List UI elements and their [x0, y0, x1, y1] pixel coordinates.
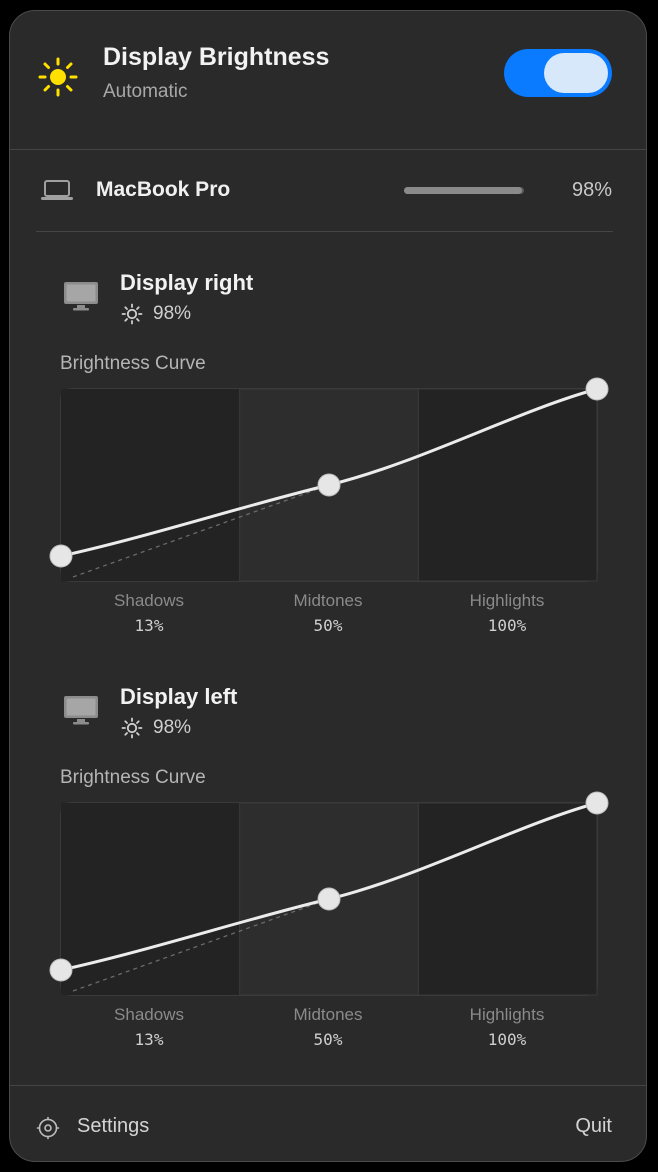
monitor-icon	[64, 282, 98, 311]
display-name: Display left	[120, 684, 238, 709]
midtones-label: Midtones	[293, 591, 363, 610]
highlights-zone	[417, 388, 598, 582]
builtin-display-name: MacBook Pro	[96, 178, 231, 201]
highlights-label: Highlights	[469, 1005, 545, 1024]
builtin-brightness-fill	[404, 187, 522, 194]
builtin-brightness-value: 98%	[571, 179, 612, 201]
footer-divider	[10, 1085, 646, 1086]
shadows-handle[interactable]	[49, 958, 73, 982]
brightness-curve	[49, 791, 609, 996]
shadows-value: 13%	[134, 616, 164, 635]
panel-title: Display Brightness	[103, 43, 330, 71]
brightness-curve-editor[interactable]	[49, 791, 609, 996]
midtones-handle[interactable]	[317, 887, 341, 911]
display-brightness-value: 98%	[153, 303, 192, 324]
midtones-value: 50%	[313, 1030, 343, 1049]
sun-small-icon	[121, 303, 143, 325]
gear-icon[interactable]	[36, 1116, 60, 1140]
curve-title: Brightness Curve	[60, 767, 206, 788]
brightness-curve-editor[interactable]	[49, 377, 609, 582]
shadows-label: Shadows	[114, 591, 184, 610]
shadows-label: Shadows	[114, 1005, 184, 1024]
brightness-curve	[49, 377, 609, 582]
highlights-value: 100%	[487, 616, 527, 635]
toggle-knob	[544, 53, 608, 93]
shadows-handle[interactable]	[49, 544, 73, 568]
sun-icon	[38, 57, 78, 97]
display-name: Display right	[120, 270, 254, 295]
settings-button[interactable]: Settings	[77, 1115, 149, 1138]
highlights-value: 100%	[487, 1030, 527, 1049]
monitor-icon	[64, 696, 98, 725]
shadows-zone	[61, 389, 240, 581]
highlights-label: Highlights	[469, 591, 545, 610]
panel-subtitle: Automatic	[103, 81, 188, 102]
sun-small-icon	[121, 717, 143, 739]
curve-title: Brightness Curve	[60, 353, 206, 374]
midtones-handle[interactable]	[317, 473, 341, 497]
brightness-panel: Display Brightness Automatic MacBook Pro…	[9, 10, 647, 1162]
display-brightness-value: 98%	[153, 717, 192, 738]
builtin-divider	[36, 231, 613, 232]
midtones-value: 50%	[313, 616, 343, 635]
builtin-brightness-slider[interactable]	[404, 187, 524, 194]
auto-brightness-toggle[interactable]	[504, 49, 612, 97]
quit-button[interactable]: Quit	[550, 1115, 612, 1138]
shadows-zone	[61, 803, 240, 995]
shadows-value: 13%	[134, 1030, 164, 1049]
midtones-label: Midtones	[293, 1005, 363, 1024]
highlights-handle[interactable]	[585, 791, 609, 815]
header-divider	[10, 149, 646, 150]
highlights-handle[interactable]	[585, 377, 609, 401]
highlights-zone	[417, 802, 598, 996]
laptop-icon	[41, 180, 73, 200]
